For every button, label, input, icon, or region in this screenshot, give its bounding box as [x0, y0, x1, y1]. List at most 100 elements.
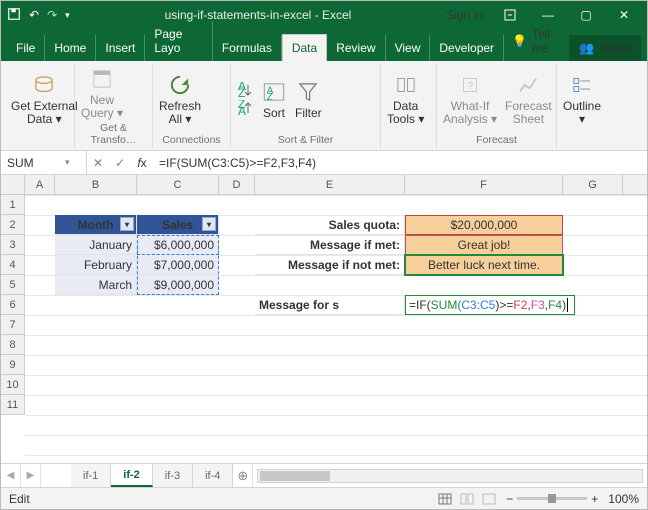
col-E[interactable]: E — [255, 175, 405, 194]
row-headers: 1 2 3 4 5 6 7 8 9 10 11 — [1, 195, 25, 463]
row-4[interactable]: 4 — [1, 255, 25, 275]
row-11[interactable]: 11 — [1, 395, 25, 415]
cell-B2[interactable]: Month▾ — [55, 215, 137, 235]
sheet-nav-prev[interactable]: ◀ — [1, 464, 21, 487]
view-page-layout-icon[interactable] — [456, 490, 478, 508]
save-icon[interactable] — [7, 7, 21, 24]
cell-E4[interactable]: Message if not met: — [255, 255, 405, 275]
fx-icon[interactable]: fx — [131, 156, 153, 170]
column-headers: A B C D E F G — [1, 175, 647, 195]
cell-E6[interactable]: Message for s — [255, 295, 405, 315]
svg-text:Z: Z — [238, 86, 245, 98]
redo-icon[interactable]: ↷ — [47, 8, 57, 22]
group-sort-filter: Sort & Filter — [237, 133, 374, 146]
status-bar: Edit − + 100% — [1, 487, 647, 509]
cell-B3[interactable]: January — [55, 235, 137, 255]
whatif-button[interactable]: ?What-If Analysis ▾ — [443, 72, 497, 125]
zoom-in-icon[interactable]: + — [591, 492, 598, 506]
select-all-corner[interactable] — [1, 175, 25, 194]
undo-icon[interactable]: ↶ — [29, 8, 39, 22]
outline-button[interactable]: Outline ▾ — [563, 72, 601, 125]
col-G[interactable]: G — [563, 175, 623, 194]
tab-page-layout[interactable]: Page Layo — [145, 21, 212, 61]
status-mode: Edit — [9, 492, 30, 506]
col-F[interactable]: F — [405, 175, 563, 194]
cell-F2[interactable]: $20,000,000 — [405, 215, 563, 235]
forecast-button[interactable]: Forecast Sheet — [505, 72, 552, 125]
marching-ants-C3C5 — [137, 235, 219, 295]
cell-B5[interactable]: March — [55, 275, 137, 295]
tab-view[interactable]: View — [386, 35, 431, 61]
row-10[interactable]: 10 — [1, 375, 25, 395]
row-3[interactable]: 3 — [1, 235, 25, 255]
tab-formulas[interactable]: Formulas — [213, 35, 282, 61]
close-button[interactable]: ✕ — [607, 4, 641, 26]
accept-formula-icon[interactable]: ✓ — [109, 156, 131, 170]
sheet-tab-if4[interactable]: if-4 — [193, 464, 233, 487]
zoom-percent[interactable]: 100% — [608, 492, 639, 506]
data-tools-button[interactable]: Data Tools ▾ — [387, 72, 424, 125]
filter-button[interactable]: Filter — [295, 79, 322, 120]
name-box-input[interactable] — [7, 156, 65, 170]
sheet-tab-if2[interactable]: if-2 — [111, 464, 153, 487]
cell-B4[interactable]: February — [55, 255, 137, 275]
filter-dropdown-icon[interactable]: ▾ — [120, 217, 134, 231]
share-button[interactable]: 👥Share — [569, 35, 641, 61]
sheet-nav-next[interactable]: ▶ — [21, 464, 41, 487]
group-connections: Connections — [159, 133, 224, 146]
sign-in-link[interactable]: Sign in — [446, 8, 483, 22]
get-external-data-button[interactable]: Get External Data ▾ — [11, 72, 78, 125]
col-D[interactable]: D — [219, 175, 255, 194]
formula-input[interactable]: =IF(SUM(C3:C5)>=F2,F3,F4) — [153, 151, 647, 174]
view-page-break-icon[interactable] — [478, 490, 500, 508]
group-forecast: Forecast — [443, 133, 550, 146]
zoom-control[interactable]: − + 100% — [506, 492, 639, 506]
col-B[interactable]: B — [55, 175, 137, 194]
row-5[interactable]: 5 — [1, 275, 25, 295]
cell-E2[interactable]: Sales quota: — [255, 215, 405, 235]
new-query-button[interactable]: New Query ▾ — [81, 66, 123, 119]
ribbon: Get External Data ▾ New Query ▾ Get & Tr… — [1, 61, 647, 151]
col-A[interactable]: A — [25, 175, 55, 194]
row-6[interactable]: 6 — [1, 295, 25, 315]
sheet-tab-if1[interactable]: if-1 — [71, 464, 111, 487]
tab-developer[interactable]: Developer — [430, 35, 504, 61]
sort-za-button[interactable]: ZA — [237, 100, 253, 116]
cell-C2[interactable]: Sales▾ — [137, 215, 219, 235]
sheet-tab-if3[interactable]: if-3 — [153, 464, 193, 487]
sort-az-button[interactable]: AZ — [237, 82, 253, 98]
window-title: using-if-statements-in-excel - Excel — [70, 8, 447, 22]
sort-button[interactable]: AZSort — [261, 79, 287, 120]
row-2[interactable]: 2 — [1, 215, 25, 235]
svg-text:?: ? — [468, 81, 474, 92]
row-8[interactable]: 8 — [1, 335, 25, 355]
cell-F4[interactable]: Better luck next time. — [405, 255, 563, 275]
zoom-out-icon[interactable]: − — [506, 492, 513, 506]
row-9[interactable]: 9 — [1, 355, 25, 375]
tab-review[interactable]: Review — [327, 35, 385, 61]
tab-insert[interactable]: Insert — [96, 35, 145, 61]
cancel-formula-icon[interactable]: ✕ — [87, 156, 109, 170]
worksheet-grid[interactable]: A B C D E F G 1 2 3 4 5 6 7 8 9 10 11 Mo… — [1, 175, 647, 463]
tab-data[interactable]: Data — [282, 34, 327, 61]
cell-F3[interactable]: Great job! — [405, 235, 563, 255]
col-C[interactable]: C — [137, 175, 219, 194]
name-box[interactable]: ▾ — [1, 151, 87, 174]
share-icon: 👥 — [579, 41, 594, 55]
new-sheet-button[interactable]: ⊕ — [233, 464, 253, 487]
tab-file[interactable]: File — [7, 35, 45, 61]
quick-access-toolbar: ↶ ↷ ▾ — [7, 7, 70, 24]
tell-me[interactable]: 💡Tell me — [504, 21, 569, 61]
row-1[interactable]: 1 — [1, 195, 25, 215]
maximize-button[interactable]: ▢ — [569, 4, 603, 26]
row-7[interactable]: 7 — [1, 315, 25, 335]
refresh-all-button[interactable]: Refresh All ▾ — [159, 72, 201, 125]
tab-home[interactable]: Home — [45, 35, 96, 61]
filter-dropdown-icon[interactable]: ▾ — [202, 217, 216, 231]
horizontal-scrollbar[interactable] — [257, 469, 643, 483]
zoom-slider[interactable] — [517, 497, 587, 500]
view-normal-icon[interactable] — [434, 490, 456, 508]
cell-F6-editing[interactable]: =IF(SUM(C3:C5)>=F2,F3,F4) — [405, 295, 575, 315]
text-cursor — [567, 298, 568, 312]
cell-E3[interactable]: Message if met: — [255, 235, 405, 255]
